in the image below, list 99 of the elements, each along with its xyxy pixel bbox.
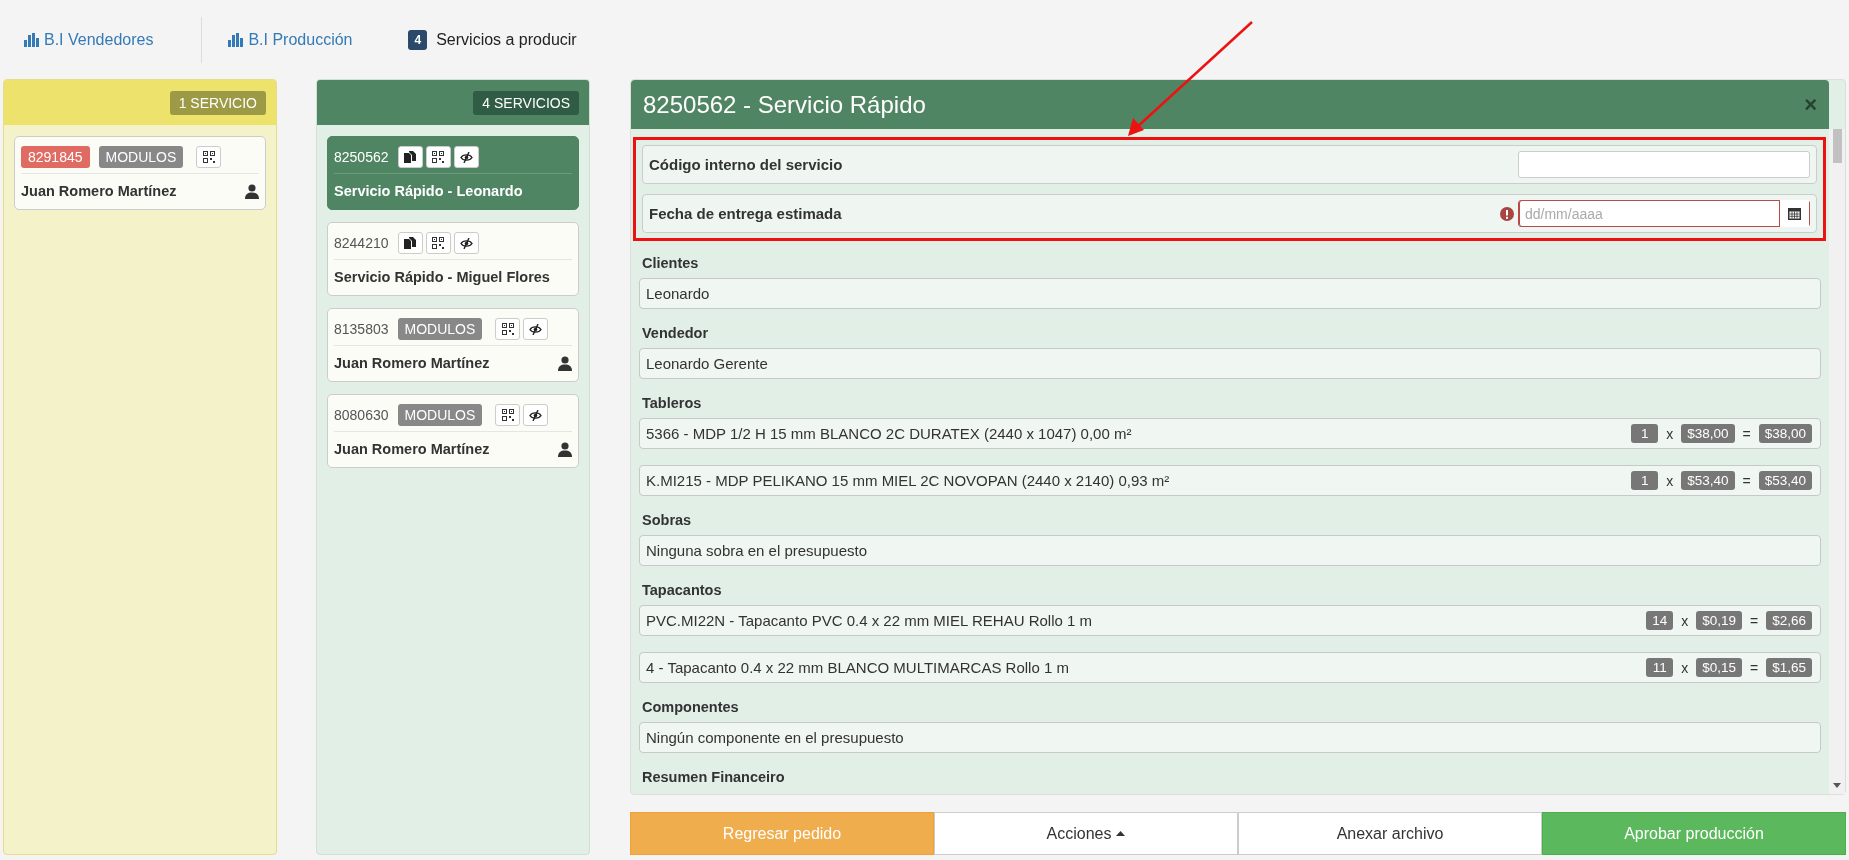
action-button[interactable]: Anexar archivo bbox=[1238, 812, 1542, 855]
visibility-button[interactable] bbox=[453, 232, 479, 254]
eye-slash-icon bbox=[459, 237, 473, 249]
visibility-button[interactable] bbox=[453, 146, 479, 168]
price-label: $38,00 bbox=[1681, 424, 1735, 443]
qr-code-icon bbox=[202, 151, 215, 163]
eye-slash-icon bbox=[529, 409, 543, 421]
copy-button[interactable] bbox=[397, 232, 423, 254]
total-label: $2,66 bbox=[1766, 611, 1812, 630]
nav-link[interactable]: B.I Producción bbox=[228, 16, 381, 63]
item-text: 4 - Tapacanto 0.4 x 22 mm BLANCO MULTIMARCAS Rollo 1 m bbox=[646, 659, 1069, 676]
equals-sign: = bbox=[1750, 659, 1759, 676]
section-title: Resumen Financeiro bbox=[642, 769, 786, 785]
item-text: Leonardo Gerente bbox=[646, 355, 768, 372]
quantity-label: 14 bbox=[1646, 611, 1674, 630]
item-text: Leonardo bbox=[646, 285, 710, 302]
service-card[interactable]: 8135803 MODULOS Juan Romero Martínez bbox=[327, 308, 579, 382]
date-field[interactable]: dd/mm/aaaa bbox=[1518, 200, 1810, 227]
item-text: 5366 - MDP 1/2 H 15 mm BLANCO 2C DURATEX (2440 x 1047) 0,00 m² bbox=[646, 425, 1132, 442]
section-title: Vendedor bbox=[642, 325, 710, 341]
service-card[interactable]: 8080630 MODULOS Juan Romero Martínez bbox=[327, 394, 579, 468]
client-name: Juan Romero Martínez bbox=[334, 441, 490, 457]
service-number: 8080630 bbox=[334, 406, 389, 425]
field-label: Fecha de entrega estimada bbox=[649, 205, 842, 222]
service-number: 8291845 bbox=[21, 146, 90, 168]
caret-up-icon bbox=[1116, 831, 1126, 836]
scrollbar-track[interactable] bbox=[1829, 129, 1845, 794]
tag-label: MODULOS bbox=[98, 146, 184, 168]
client-name: Servicio Rápido - Leonardo bbox=[334, 183, 523, 199]
total-label: $53,40 bbox=[1758, 471, 1812, 490]
files-icon bbox=[404, 237, 416, 249]
service-number: 8135803 bbox=[334, 320, 389, 339]
price-label: $0,19 bbox=[1696, 611, 1742, 630]
qr-button[interactable] bbox=[495, 318, 521, 340]
client-name: Servicio Rápido - Miguel Flores bbox=[334, 269, 550, 285]
qr-button[interactable] bbox=[196, 146, 222, 168]
visibility-button[interactable] bbox=[523, 318, 549, 340]
section-title: Componentes bbox=[642, 699, 740, 715]
client-name: Juan Romero Martínez bbox=[21, 183, 177, 199]
qr-button[interactable] bbox=[495, 404, 521, 426]
times-sign: x bbox=[1681, 612, 1689, 629]
qr-code-icon bbox=[501, 323, 514, 335]
service-card[interactable]: 8244210 Servicio Rápido - Miguel Flores bbox=[327, 222, 579, 296]
text-field[interactable] bbox=[1518, 151, 1810, 178]
action-button[interactable]: Acciones bbox=[934, 812, 1238, 855]
item-text: PVC.MI22N - Tapacanto PVC 0.4 x 22 mm MIEL REHAU Rollo 1 m bbox=[646, 612, 1092, 629]
user-icon bbox=[558, 441, 572, 457]
eye-slash-icon bbox=[529, 323, 543, 335]
files-icon bbox=[404, 151, 416, 163]
equals-sign: = bbox=[1742, 472, 1751, 489]
quantity-label: 1 bbox=[1631, 424, 1659, 443]
user-icon bbox=[558, 355, 572, 371]
price-label: $53,40 bbox=[1681, 471, 1735, 490]
total-label: $38,00 bbox=[1758, 424, 1812, 443]
bar-chart-icon bbox=[24, 32, 39, 47]
qr-code-icon bbox=[432, 151, 444, 163]
modal-title: 8250562 - Servicio Rápido bbox=[643, 90, 926, 119]
visibility-button[interactable] bbox=[523, 404, 549, 426]
price-label: $0,15 bbox=[1696, 658, 1742, 677]
bar-chart-icon bbox=[228, 32, 244, 47]
qr-button[interactable] bbox=[425, 232, 451, 254]
times-sign: x bbox=[1666, 472, 1674, 489]
calendar-button[interactable] bbox=[1780, 200, 1809, 227]
error-icon bbox=[1500, 206, 1514, 221]
tag-label: MODULOS bbox=[397, 318, 483, 340]
service-card[interactable]: 8250562 Servicio Rápido - Leonardo bbox=[327, 136, 579, 210]
times-sign: x bbox=[1681, 659, 1689, 676]
section-title: Clientes bbox=[642, 255, 700, 271]
field-label: Código interno del servicio bbox=[649, 156, 843, 173]
scroll-down-icon[interactable] bbox=[1833, 783, 1841, 788]
times-sign: x bbox=[1666, 425, 1674, 442]
copy-button[interactable] bbox=[397, 146, 423, 168]
qr-code-icon bbox=[501, 409, 514, 421]
calendar-icon bbox=[1788, 207, 1801, 220]
tag-label: MODULOS bbox=[397, 404, 483, 426]
equals-sign: = bbox=[1750, 612, 1759, 629]
item-text: Ninguna sobra en el presupuesto bbox=[646, 542, 867, 559]
nav-link[interactable]: 4 Servicios a producir bbox=[408, 16, 605, 63]
section-title: Sobras bbox=[642, 512, 693, 528]
section-title: Tapacantos bbox=[642, 582, 723, 598]
count-badge: 1 SERVICIO bbox=[169, 90, 266, 115]
item-text: Ningún componente en el presupuesto bbox=[646, 729, 904, 746]
quantity-label: 11 bbox=[1646, 658, 1674, 677]
user-icon bbox=[245, 183, 259, 199]
count-badge: 4 SERVICIOS bbox=[473, 90, 579, 115]
section-title: Tableros bbox=[642, 395, 703, 411]
client-name: Juan Romero Martínez bbox=[334, 355, 490, 371]
qr-code-icon bbox=[432, 237, 444, 249]
service-card[interactable]: 8291845 MODULOS Juan Romero Martínez bbox=[14, 136, 266, 210]
scrollbar-thumb[interactable] bbox=[1832, 129, 1842, 163]
total-label: $1,65 bbox=[1766, 658, 1812, 677]
qr-button[interactable] bbox=[425, 146, 451, 168]
item-text: K.MI215 - MDP PELIKANO 15 mm MIEL 2C NOVOPAN (2440 x 2140) 0,93 m² bbox=[646, 472, 1170, 489]
quantity-label: 1 bbox=[1631, 471, 1659, 490]
service-number: 8250562 bbox=[334, 148, 389, 167]
equals-sign: = bbox=[1742, 425, 1751, 442]
service-number: 8244210 bbox=[334, 234, 389, 253]
nav-link[interactable]: B.I Vendedores bbox=[24, 16, 182, 63]
eye-slash-icon bbox=[459, 151, 473, 163]
